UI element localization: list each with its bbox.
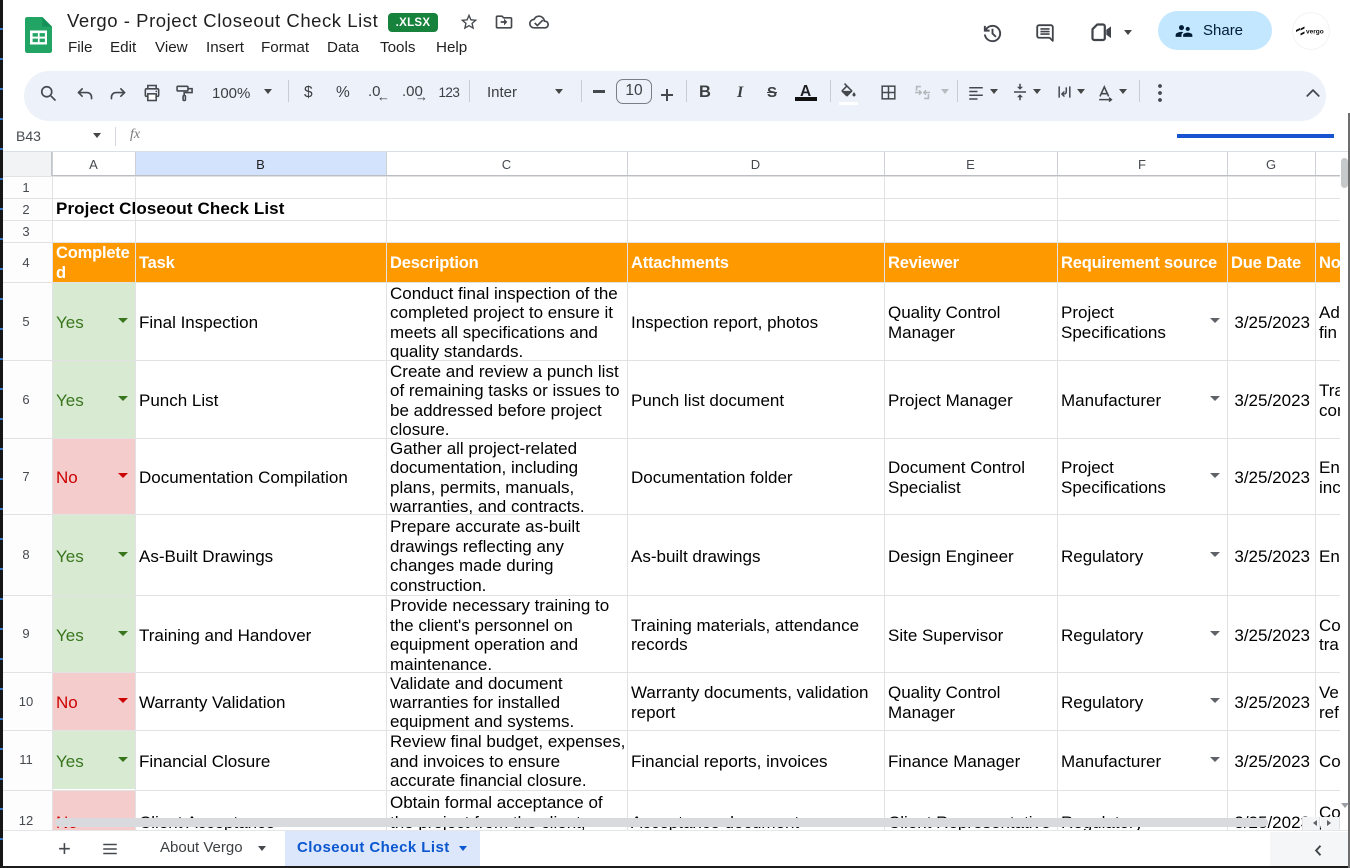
svg-text:vergo: vergo xyxy=(1306,29,1324,36)
